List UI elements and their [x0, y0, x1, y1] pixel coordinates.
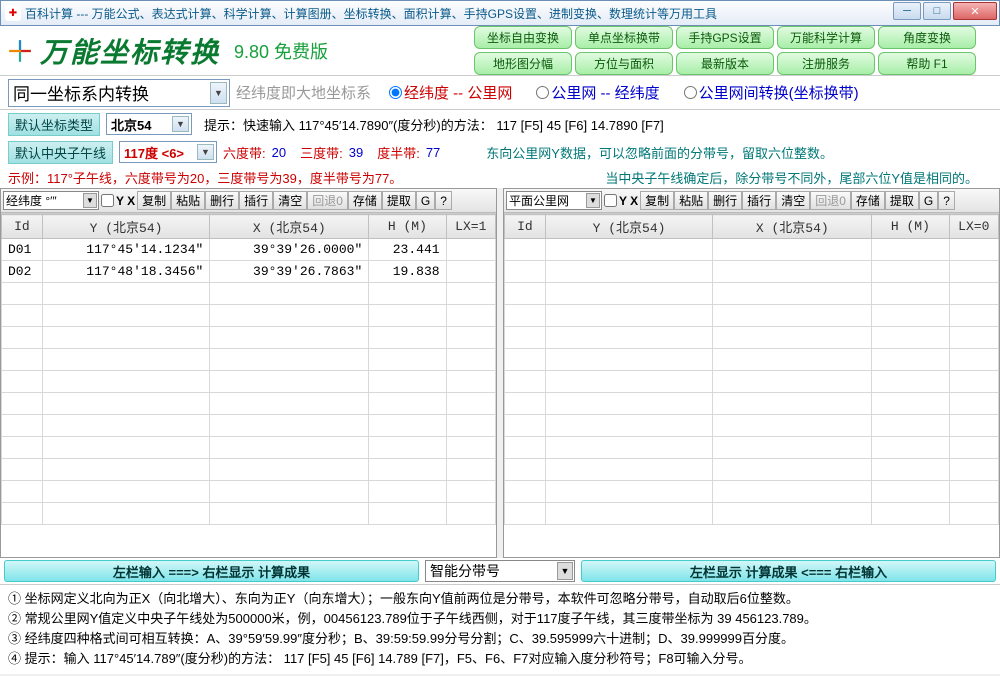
left-toolbar-button[interactable]: 清空: [273, 191, 307, 210]
meridian-combo[interactable]: 117度 <6>▼: [119, 141, 217, 163]
left-toolbar-button[interactable]: 插行: [239, 191, 273, 210]
coord-type-combo[interactable]: 北京54▼: [106, 113, 192, 135]
right-toolbar-button[interactable]: 提取: [885, 191, 919, 210]
gray-hint: 经纬度即大地坐标系: [236, 82, 371, 103]
window-title: 百科计算 --- 万能公式、表达式计算、科学计算、计算图册、坐标转换、面积计算、…: [25, 5, 717, 22]
nav-button[interactable]: 手持GPS设置: [676, 26, 774, 49]
chevron-down-icon: ▼: [557, 562, 573, 580]
left-toolbar-button[interactable]: 复制: [137, 191, 171, 210]
window-titlebar: ✚ 百科计算 --- 万能公式、表达式计算、科学计算、计算图册、坐标转换、面积计…: [0, 0, 1000, 26]
left-format-combo[interactable]: 经纬度 °′″▼: [3, 191, 99, 210]
right-toolbar-button[interactable]: 复制: [640, 191, 674, 210]
nav-button[interactable]: 帮助 F1: [878, 52, 976, 75]
radio-latlon-to-km[interactable]: 经纬度 -- 公里网: [389, 82, 512, 103]
table-row[interactable]: D02117°48′18.3456″39°39′26.7863″19.838: [2, 261, 496, 283]
coord-type-label: 默认坐标类型: [8, 113, 100, 136]
nav-button[interactable]: 地形图分幅: [474, 52, 572, 75]
right-toolbar-button[interactable]: ?: [938, 191, 955, 210]
coord-type-row: 默认坐标类型 北京54▼ 提示：快速输入 117°45′14.7890″(度分秒…: [0, 110, 1000, 138]
logo-icon: [6, 37, 34, 65]
right-toolbar-button[interactable]: 删行: [708, 191, 742, 210]
close-button[interactable]: ✕: [953, 2, 997, 20]
meridian-row: 默认中央子午线 117度 <6>▼ 六度带:20 三度带:39 度半带:77 东…: [0, 138, 1000, 166]
nav-button[interactable]: 最新版本: [676, 52, 774, 75]
nav-button[interactable]: 角度变换: [878, 26, 976, 49]
nav-button[interactable]: 注册服务: [777, 52, 875, 75]
left-toolbar-button[interactable]: G: [416, 191, 435, 210]
right-pane: 平面公里网▼ Y X复制粘贴删行插行清空回退0存储提取G? IdY (北京54)…: [503, 188, 1000, 558]
left-toolbar: 经纬度 °′″▼ Y X复制粘贴删行插行清空回退0存储提取G?: [1, 189, 496, 213]
left-toolbar-button[interactable]: 删行: [205, 191, 239, 210]
right-toolbar-button[interactable]: G: [919, 191, 938, 210]
notes-panel: ① 坐标网定义北向为正X（向北增大）、东向为正Y（向东增大）；一般东向Y值前两位…: [0, 584, 1000, 674]
right-toolbar-button[interactable]: 插行: [742, 191, 776, 210]
left-yx-checkbox[interactable]: Y X: [99, 194, 137, 208]
app-version: 9.80 免费版: [234, 38, 328, 64]
nav-button[interactable]: 坐标自由变换: [474, 26, 572, 49]
left-toolbar-button[interactable]: 提取: [382, 191, 416, 210]
left-toolbar-button[interactable]: 存储: [348, 191, 382, 210]
nav-button[interactable]: 方位与面积: [575, 52, 673, 75]
compute-right-to-left-button[interactable]: 左栏显示 计算成果 <=== 右栏输入: [581, 560, 996, 582]
left-toolbar-button[interactable]: ?: [435, 191, 452, 210]
minimize-button[interactable]: ─: [893, 2, 921, 20]
right-toolbar-button[interactable]: 存储: [851, 191, 885, 210]
right-grid[interactable]: IdY (北京54)X (北京54)H (M)LX=0: [504, 213, 999, 557]
right-yx-checkbox[interactable]: Y X: [602, 194, 640, 208]
right-toolbar-button[interactable]: 回退0: [810, 191, 851, 210]
left-toolbar-button[interactable]: 回退0: [307, 191, 348, 210]
right-toolbar-button[interactable]: 粘贴: [674, 191, 708, 210]
table-row[interactable]: D01117°45′14.1234″39°39′26.0000″23.441: [2, 239, 496, 261]
example-row: 示例：117°子午线，六度带号为20，三度带号为39，度半带号为77。 当中央子…: [0, 166, 1000, 188]
app-title: 万能坐标转换: [40, 31, 220, 71]
mode-row: 同一坐标系内转换▼ 经纬度即大地坐标系 经纬度 -- 公里网 公里网 -- 经纬…: [0, 76, 1000, 110]
left-toolbar-button[interactable]: 粘贴: [171, 191, 205, 210]
right-toolbar: 平面公里网▼ Y X复制粘贴删行插行清空回退0存储提取G?: [504, 189, 999, 213]
footer-bar: 左栏输入 ===> 右栏显示 计算成果 智能分带号▼ 左栏显示 计算成果 <==…: [0, 558, 1000, 584]
meridian-label: 默认中央子午线: [8, 141, 113, 164]
east-y-hint: 东向公里网Y数据，可以忽略前面的分带号，留取六位整数。: [486, 143, 833, 162]
app-header: 河东软件园 万能坐标转换 9.80 免费版 坐标自由变换单点坐标换带手持GPS设…: [0, 26, 1000, 76]
nav-button[interactable]: 万能科学计算: [777, 26, 875, 49]
radio-km-to-latlon[interactable]: 公里网 -- 经纬度: [536, 82, 659, 103]
left-pane: 经纬度 °′″▼ Y X复制粘贴删行插行清空回退0存储提取G? IdY (北京5…: [0, 188, 497, 558]
transform-mode-combo[interactable]: 同一坐标系内转换▼: [8, 79, 230, 107]
chevron-down-icon: ▼: [197, 144, 214, 160]
chevron-down-icon: ▼: [172, 116, 189, 132]
chevron-down-icon: ▼: [210, 82, 227, 104]
zone-mode-combo[interactable]: 智能分带号▼: [425, 560, 575, 582]
app-icon: ✚: [5, 5, 21, 21]
right-format-combo[interactable]: 平面公里网▼: [506, 191, 602, 210]
data-panes: 经纬度 °′″▼ Y X复制粘贴删行插行清空回退0存储提取G? IdY (北京5…: [0, 188, 1000, 558]
compute-left-to-right-button[interactable]: 左栏输入 ===> 右栏显示 计算成果: [4, 560, 419, 582]
right-toolbar-button[interactable]: 清空: [776, 191, 810, 210]
left-grid[interactable]: IdY (北京54)X (北京54)H (M)LX=1D01117°45′14.…: [1, 213, 496, 557]
input-hint: 提示：快速输入 117°45′14.7890″(度分秒)的方法： 117 [F5…: [204, 115, 664, 134]
maximize-button[interactable]: □: [923, 2, 951, 20]
nav-button[interactable]: 单点坐标换带: [575, 26, 673, 49]
radio-km-to-km[interactable]: 公里网间转换(坐标换带): [684, 82, 859, 103]
